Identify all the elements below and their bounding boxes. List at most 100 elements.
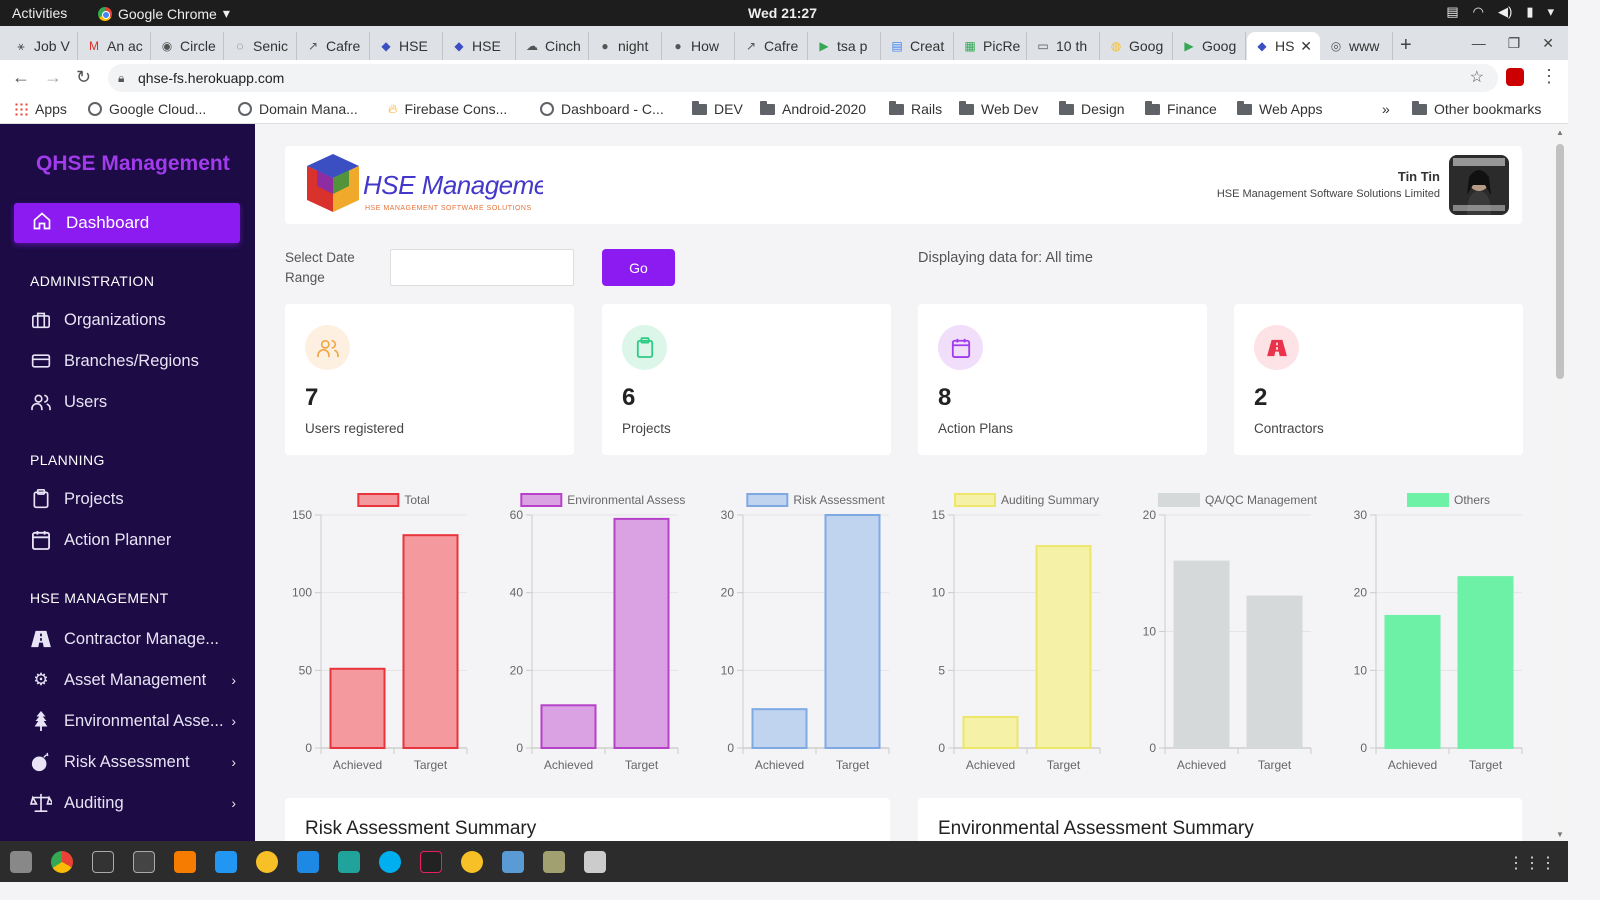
browser-tab[interactable]: ◎ www (1321, 32, 1393, 60)
date-range-input[interactable] (390, 249, 574, 286)
power-menu-icon[interactable]: ▾ (1547, 4, 1554, 20)
sidebar-item-users[interactable]: Users (30, 387, 236, 417)
chart-others[interactable]: Others 0 10 20 30 Achieved Target (1340, 484, 1530, 776)
folder-dock-icon[interactable] (543, 851, 565, 873)
browser-tab[interactable]: ▭ 10 th (1028, 32, 1100, 60)
scroll-up-icon[interactable]: ▲ (1556, 128, 1564, 137)
bookmark-item[interactable]: Domain Mana... (238, 101, 358, 117)
browser-tab[interactable]: ◍ Goog (1101, 32, 1173, 60)
sidebar-item-action-planner[interactable]: Action Planner (30, 525, 236, 555)
activities-button[interactable]: Activities (12, 5, 67, 21)
browser-tab[interactable]: ◆ HSE (444, 32, 516, 60)
battery-icon[interactable]: ▮ (1526, 4, 1533, 20)
user-name[interactable]: Tin Tin (1398, 169, 1440, 184)
reload-icon[interactable]: ↻ (76, 67, 91, 88)
sidebar-brand[interactable]: QHSE Management (36, 152, 230, 176)
bookmark-item[interactable]: Google Cloud... (88, 101, 206, 117)
browser-tab[interactable]: ● How (663, 32, 735, 60)
browser-tab[interactable]: ● night (590, 32, 662, 60)
bookmark-item[interactable]: 🔥︎ Firebase Cons... (388, 101, 507, 117)
restore-icon[interactable]: ❐ (1508, 35, 1521, 52)
browser-tab[interactable]: ⚹ Job V (6, 32, 78, 60)
close-window-icon[interactable]: ✕ (1542, 35, 1554, 52)
back-icon[interactable]: ← (12, 67, 30, 88)
browser-tab[interactable]: ↗ Cafre (736, 32, 808, 60)
keep-icon[interactable] (256, 851, 278, 873)
bookmark-item[interactable]: Android-2020 (760, 100, 866, 117)
chart-total[interactable]: Total 0 50 100 150 Achieved Target (285, 484, 475, 776)
terminal-icon[interactable] (92, 851, 114, 873)
chart-risk[interactable]: Risk Assessment 0 10 20 30 Achieved Target (707, 484, 897, 776)
avatar[interactable] (1449, 155, 1509, 215)
app-menu[interactable]: Google Chrome ▾ (98, 5, 230, 22)
browser-tab[interactable]: ◆ HSE (371, 32, 443, 60)
lock-icon[interactable]: 🔒︎ (118, 64, 124, 92)
page-scrollbar[interactable]: ▲ ▼ (1552, 124, 1568, 841)
bookmark-item[interactable]: Finance (1145, 100, 1217, 117)
scrollbar-thumb[interactable] (1556, 144, 1564, 379)
sidebar-item-environmental-assessment[interactable]: Environmental Asse... › (30, 706, 236, 736)
sidebar-item-organizations[interactable]: Organizations (30, 305, 236, 335)
screenshot-icon[interactable] (215, 851, 237, 873)
browser-tab[interactable]: ◌ Senic (225, 32, 297, 60)
chart-environmental[interactable]: Environmental Assess. 0 20 40 60 Achieved Targ… (496, 484, 686, 776)
keep-icon-2[interactable] (461, 851, 483, 873)
stat-card-action-plans[interactable]: 8 Action Plans (918, 304, 1207, 455)
sublime-icon[interactable] (174, 851, 196, 873)
omnibox[interactable]: 🔒︎ qhse-fs.herokuapp.com ☆ (108, 64, 1498, 92)
browser-tab[interactable]: ▤ Creat (882, 32, 954, 60)
sidebar-item-auditing[interactable]: Auditing › (30, 788, 236, 818)
browser-tab[interactable]: ▶ Goog (1174, 32, 1246, 60)
android-studio-icon[interactable] (338, 851, 360, 873)
chrome-dock-icon[interactable] (51, 851, 73, 873)
bookmarks-overflow-button[interactable]: » (1382, 101, 1390, 117)
vscode-icon[interactable] (297, 851, 319, 873)
system-monitor-icon[interactable] (133, 851, 155, 873)
scroll-down-icon[interactable]: ▼ (1556, 830, 1564, 839)
intellij-icon[interactable] (420, 851, 442, 873)
system-tray[interactable]: ▤ ◠ ◀) ▮ ▾ (1446, 4, 1554, 20)
bookmark-star-icon[interactable]: ☆ (1470, 64, 1484, 92)
stat-card-contractors[interactable]: 2 Contractors (1234, 304, 1523, 455)
sidebar-item-branches[interactable]: Branches/Regions (30, 346, 236, 376)
bookmark-item[interactable]: Design (1059, 100, 1125, 117)
bookmark-item[interactable]: Web Dev (959, 100, 1038, 117)
sidebar-item-dashboard[interactable]: Dashboard (14, 203, 240, 243)
bookmark-item[interactable]: Dashboard - C... (540, 101, 664, 117)
browser-tab[interactable]: ☁ Cinch (517, 32, 589, 60)
wifi-icon[interactable]: ◠ (1473, 4, 1484, 20)
browser-tab[interactable]: ◆ HS ✕ (1247, 32, 1320, 60)
show-applications-icon[interactable]: ⋮⋮⋮ (1508, 853, 1556, 873)
forward-icon[interactable]: → (44, 67, 62, 88)
document-icon[interactable] (502, 851, 524, 873)
bookmark-item[interactable]: DEV (692, 100, 743, 117)
new-tab-button[interactable]: + (1400, 34, 1412, 57)
chrome-menu-icon[interactable]: ⋮ (1540, 66, 1558, 87)
sidebar-item-risk-assessment[interactable]: Risk Assessment › (30, 747, 236, 777)
browser-tab[interactable]: ↗ Cafre (298, 32, 370, 60)
stat-card-users[interactable]: 7 Users registered (285, 304, 574, 455)
skype-icon[interactable] (379, 851, 401, 873)
sidebar-item-asset-management[interactable]: ⚙ Asset Management › (30, 665, 236, 695)
go-button[interactable]: Go (602, 249, 675, 286)
bookmark-item[interactable]: Rails (889, 100, 942, 117)
browser-tab[interactable]: ◉ Circle (152, 32, 224, 60)
keyboard-icon[interactable]: ▤ (1446, 4, 1458, 20)
chart-qaqc[interactable]: QA/QC Management 0 10 20 Achieved Target (1129, 484, 1319, 776)
image-viewer-icon[interactable] (584, 851, 606, 873)
stat-card-projects[interactable]: 6 Projects (602, 304, 891, 455)
sidebar-item-projects[interactable]: Projects (30, 484, 236, 514)
minimize-icon[interactable]: — (1472, 35, 1486, 52)
chart-auditing[interactable]: Auditing Summary 0 5 10 15 Achieved Target (918, 484, 1108, 776)
bookmark-item[interactable]: Web Apps (1237, 100, 1323, 117)
volume-icon[interactable]: ◀) (1498, 4, 1512, 20)
hse-logo[interactable]: HSE Management HSE MANAGEMENT SOFTWARE S… (303, 150, 543, 218)
browser-tab[interactable]: ▦ PicRe (955, 32, 1027, 60)
clock[interactable]: Wed 21:27 (748, 5, 817, 21)
browser-tab[interactable]: M An ac (79, 32, 151, 60)
files-icon[interactable] (10, 851, 32, 873)
bookmark-item[interactable]: Apps (14, 101, 67, 117)
extension-icon[interactable] (1506, 68, 1524, 86)
sidebar-item-contractor-management[interactable]: Contractor Manage... (30, 624, 236, 654)
other-bookmarks[interactable]: Other bookmarks (1412, 100, 1541, 117)
